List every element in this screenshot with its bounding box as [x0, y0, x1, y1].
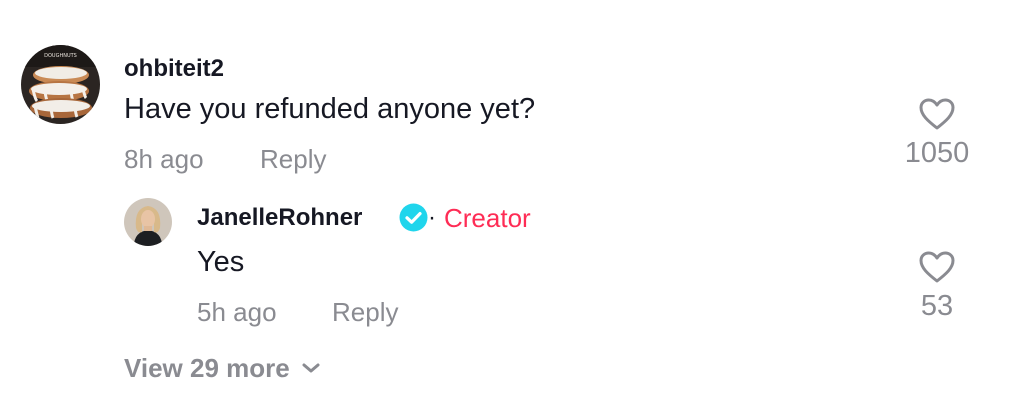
reply-text: Yes [197, 246, 245, 278]
reply-like-count: 53 [920, 290, 954, 322]
person-avatar-image [124, 198, 172, 246]
comment-like[interactable]: 1050 [900, 97, 974, 169]
avatar-logo-text: DOUGHNUTS [44, 53, 77, 59]
comment-text: Have you refunded anyone yet? [124, 93, 536, 125]
avatar-ohbiteit2[interactable]: DOUGHNUTS [21, 45, 100, 124]
separator-dot: · [428, 204, 436, 231]
verified-badge-icon [399, 203, 428, 232]
comment-timestamp: 8h ago [124, 144, 204, 174]
view-more-label: View 29 more [124, 353, 290, 383]
comment-reply-button[interactable]: Reply [260, 144, 326, 174]
reply-reply-button[interactable]: Reply [332, 297, 398, 327]
chevron-down-icon [302, 363, 320, 373]
heart-icon[interactable] [918, 250, 956, 284]
reply-username[interactable]: JanelleRohner [197, 204, 362, 232]
donut-stack-avatar-image: DOUGHNUTS [21, 45, 100, 124]
avatar-janellerohner[interactable] [124, 198, 172, 246]
comment-username[interactable]: ohbiteit2 [124, 55, 224, 83]
heart-icon[interactable] [918, 97, 956, 131]
reply-like[interactable]: 53 [900, 250, 974, 322]
comment-like-count: 1050 [904, 137, 970, 169]
creator-badge: Creator [444, 203, 531, 233]
view-more-replies-button[interactable]: View 29 more [124, 352, 322, 384]
reply-timestamp: 5h ago [197, 297, 277, 327]
